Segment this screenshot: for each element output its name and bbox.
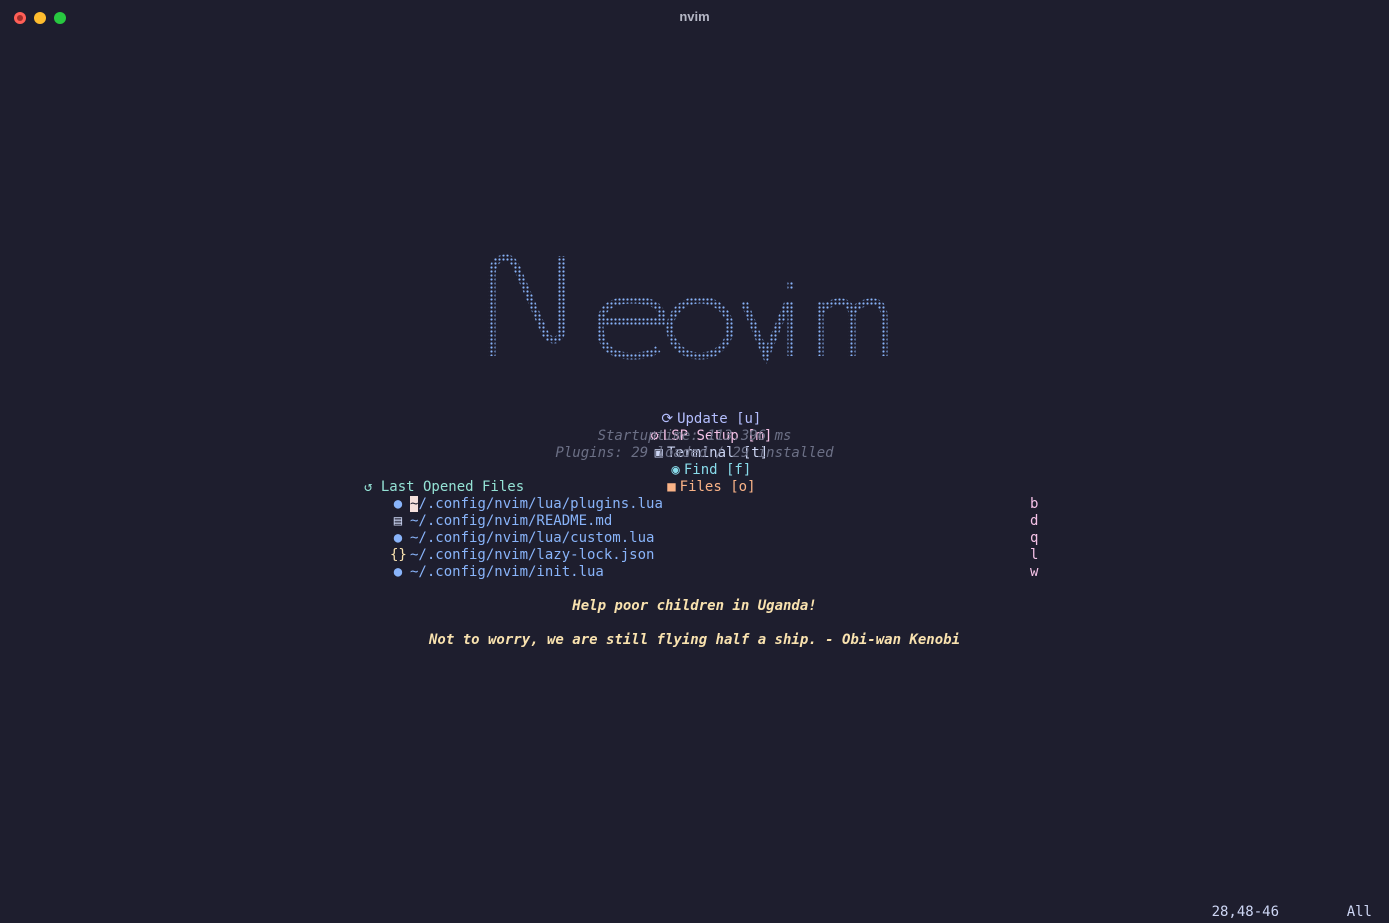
folder-icon: ■ xyxy=(667,479,676,495)
shortcut-key: d xyxy=(1030,513,1039,529)
recent-file-item[interactable]: {} ~/.config/nvim/lazy-lock.json l xyxy=(390,547,1050,564)
recent-file-item[interactable]: ● ~/.config/nvim/lua/plugins.lua b xyxy=(390,496,1050,513)
file-path: ~/.config/nvim/lua/custom.lua xyxy=(410,530,655,546)
markdown-icon: ▤ xyxy=(393,513,403,529)
dashboard-footer-message: Help poor children in Uganda! xyxy=(572,598,817,614)
lua-icon: ● xyxy=(393,530,403,546)
history-icon: ↺ xyxy=(364,479,381,495)
file-path: ~/.config/nvim/lazy-lock.json xyxy=(410,547,655,563)
telescope-icon: ◉ xyxy=(671,462,680,478)
recent-file-item[interactable]: ▤ ~/.config/nvim/README.md d xyxy=(390,513,1050,530)
shortcut-key: w xyxy=(1030,564,1039,580)
startuptime-text: Startuptime: 113.396 ms xyxy=(597,428,792,444)
find-button[interactable]: ◉ Find [f] xyxy=(671,462,751,479)
lua-icon: ● xyxy=(393,564,403,580)
shortcut-key: l xyxy=(1030,547,1039,563)
scroll-position: All xyxy=(1346,904,1372,920)
recent-file-item[interactable]: ● ~/.config/nvim/init.lua w xyxy=(390,564,1050,581)
json-icon: {} xyxy=(390,547,407,563)
neovim-logo xyxy=(488,254,888,366)
cursor-position: 28,48-46 xyxy=(1211,904,1279,920)
refresh-icon: ⟳ xyxy=(661,411,674,427)
plugins-count-text: Plugins: 29 loaded / 29 installed xyxy=(555,445,834,461)
recent-file-item[interactable]: ● ~/.config/nvim/lua/custom.lua q xyxy=(390,530,1050,547)
lua-icon: ● xyxy=(393,496,403,512)
files-button[interactable]: ■ Files [o] xyxy=(667,479,755,496)
recent-files-header: ↺ Last Opened Files xyxy=(364,479,525,495)
shortcut-key: q xyxy=(1030,530,1039,546)
nvim-window: nvim ⟳Update [u] ⚙LSP Setup [m] ▣Term xyxy=(0,0,1389,923)
title-bar: nvim xyxy=(0,0,1389,34)
dashboard-quote: Not to worry, we are still flying half a… xyxy=(428,632,960,648)
window-title: nvim xyxy=(679,9,710,24)
file-path: ~/.config/nvim/init.lua xyxy=(410,564,604,580)
file-path: /.config/nvim/lua/plugins.lua xyxy=(418,496,663,512)
file-path: ~/.config/nvim/README.md xyxy=(410,513,613,529)
shortcut-key: b xyxy=(1030,496,1039,512)
update-button[interactable]: ⟳ Update [u] xyxy=(661,411,761,428)
